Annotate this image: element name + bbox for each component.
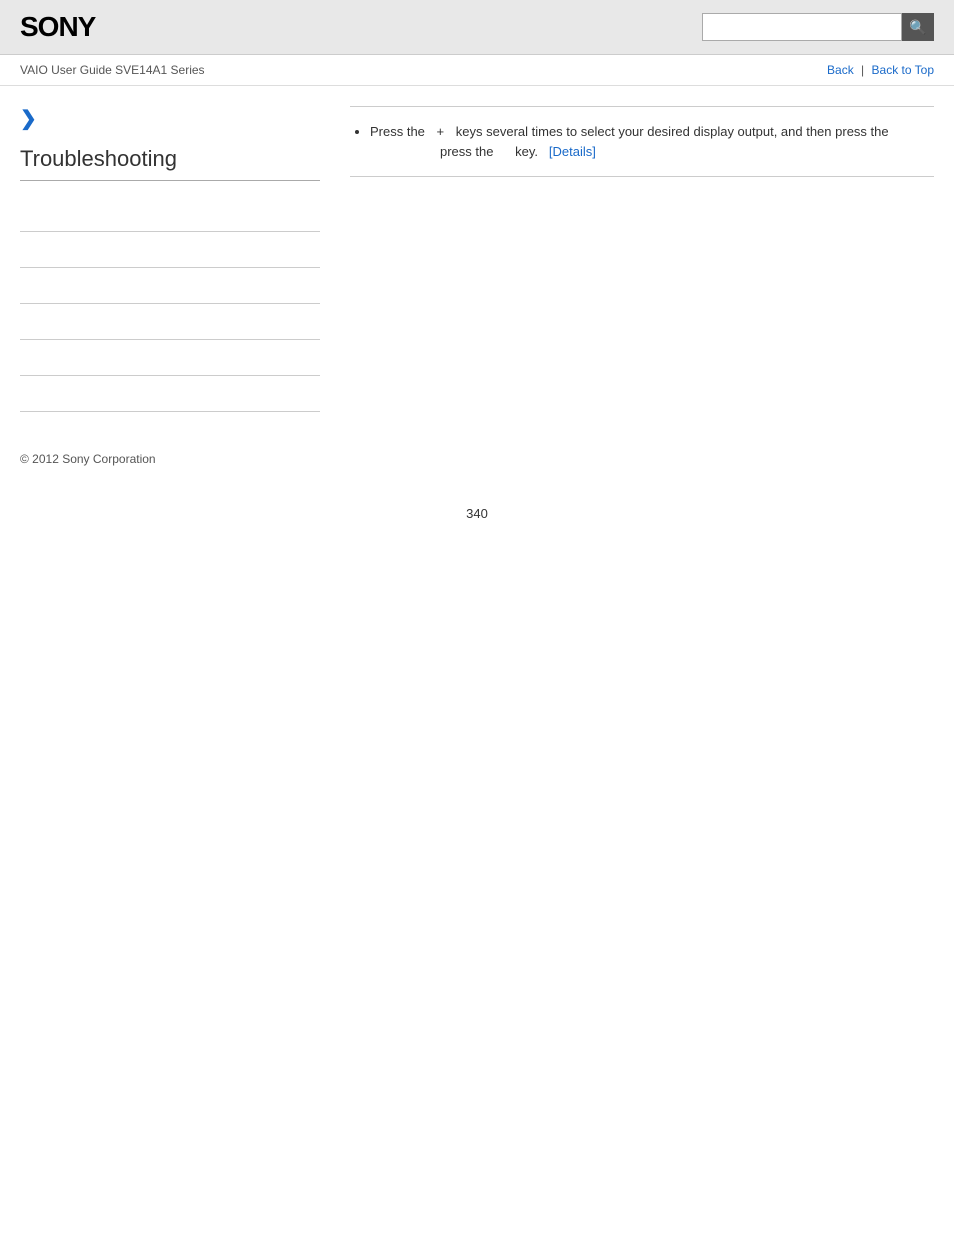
- sony-logo: SONY: [20, 11, 95, 43]
- page-number: 340: [0, 506, 954, 541]
- chevron-icon: ❯: [20, 106, 320, 131]
- list-item: [20, 376, 320, 412]
- list-item: [20, 304, 320, 340]
- breadcrumb-bar: VAIO User Guide SVE14A1 Series Back | Ba…: [0, 55, 954, 86]
- list-item: [20, 340, 320, 376]
- list-item: [20, 196, 320, 232]
- search-icon: 🔍: [909, 19, 926, 36]
- search-button[interactable]: 🔍: [902, 13, 934, 41]
- breadcrumb-separator: |: [861, 63, 864, 77]
- main-content: ❯ Troubleshooting: [0, 86, 954, 432]
- bullet-list: Press the + keys several times to select…: [350, 122, 934, 161]
- search-container: 🔍: [702, 13, 934, 41]
- back-to-top-link[interactable]: Back to Top: [872, 63, 934, 77]
- sidebar-nav-link-4[interactable]: [20, 315, 23, 329]
- list-item: [20, 268, 320, 304]
- content-area: Press the + keys several times to select…: [340, 106, 934, 412]
- list-item: [20, 232, 320, 268]
- details-link[interactable]: [Details]: [549, 144, 596, 159]
- plus-sign: +: [437, 124, 445, 139]
- breadcrumb-left: VAIO User Guide SVE14A1 Series: [20, 63, 205, 77]
- back-link[interactable]: Back: [827, 63, 854, 77]
- sidebar: ❯ Troubleshooting: [20, 106, 320, 412]
- bullet-text-press: press the: [440, 144, 493, 159]
- sidebar-nav-link-3[interactable]: [20, 279, 23, 293]
- content-divider-bottom: [350, 176, 934, 177]
- sidebar-nav-link-2[interactable]: [20, 243, 23, 257]
- copyright-text: © 2012 Sony Corporation: [20, 452, 156, 466]
- sidebar-nav-link-5[interactable]: [20, 351, 23, 365]
- bullet-text-suffix: key.: [515, 144, 538, 159]
- bullet-text-middle: keys several times to select your desire…: [456, 124, 889, 139]
- breadcrumb-right: Back | Back to Top: [827, 63, 934, 77]
- page-header: SONY 🔍: [0, 0, 954, 55]
- sidebar-nav: [20, 196, 320, 412]
- sidebar-nav-link-6[interactable]: [20, 387, 23, 401]
- search-input[interactable]: [702, 13, 902, 41]
- footer: © 2012 Sony Corporation: [0, 432, 954, 476]
- bullet-text-prefix: Press the: [370, 124, 425, 139]
- section-title: Troubleshooting: [20, 146, 320, 181]
- content-divider-top: [350, 106, 934, 107]
- list-item: Press the + keys several times to select…: [370, 122, 934, 161]
- sidebar-nav-link-1[interactable]: [20, 207, 23, 221]
